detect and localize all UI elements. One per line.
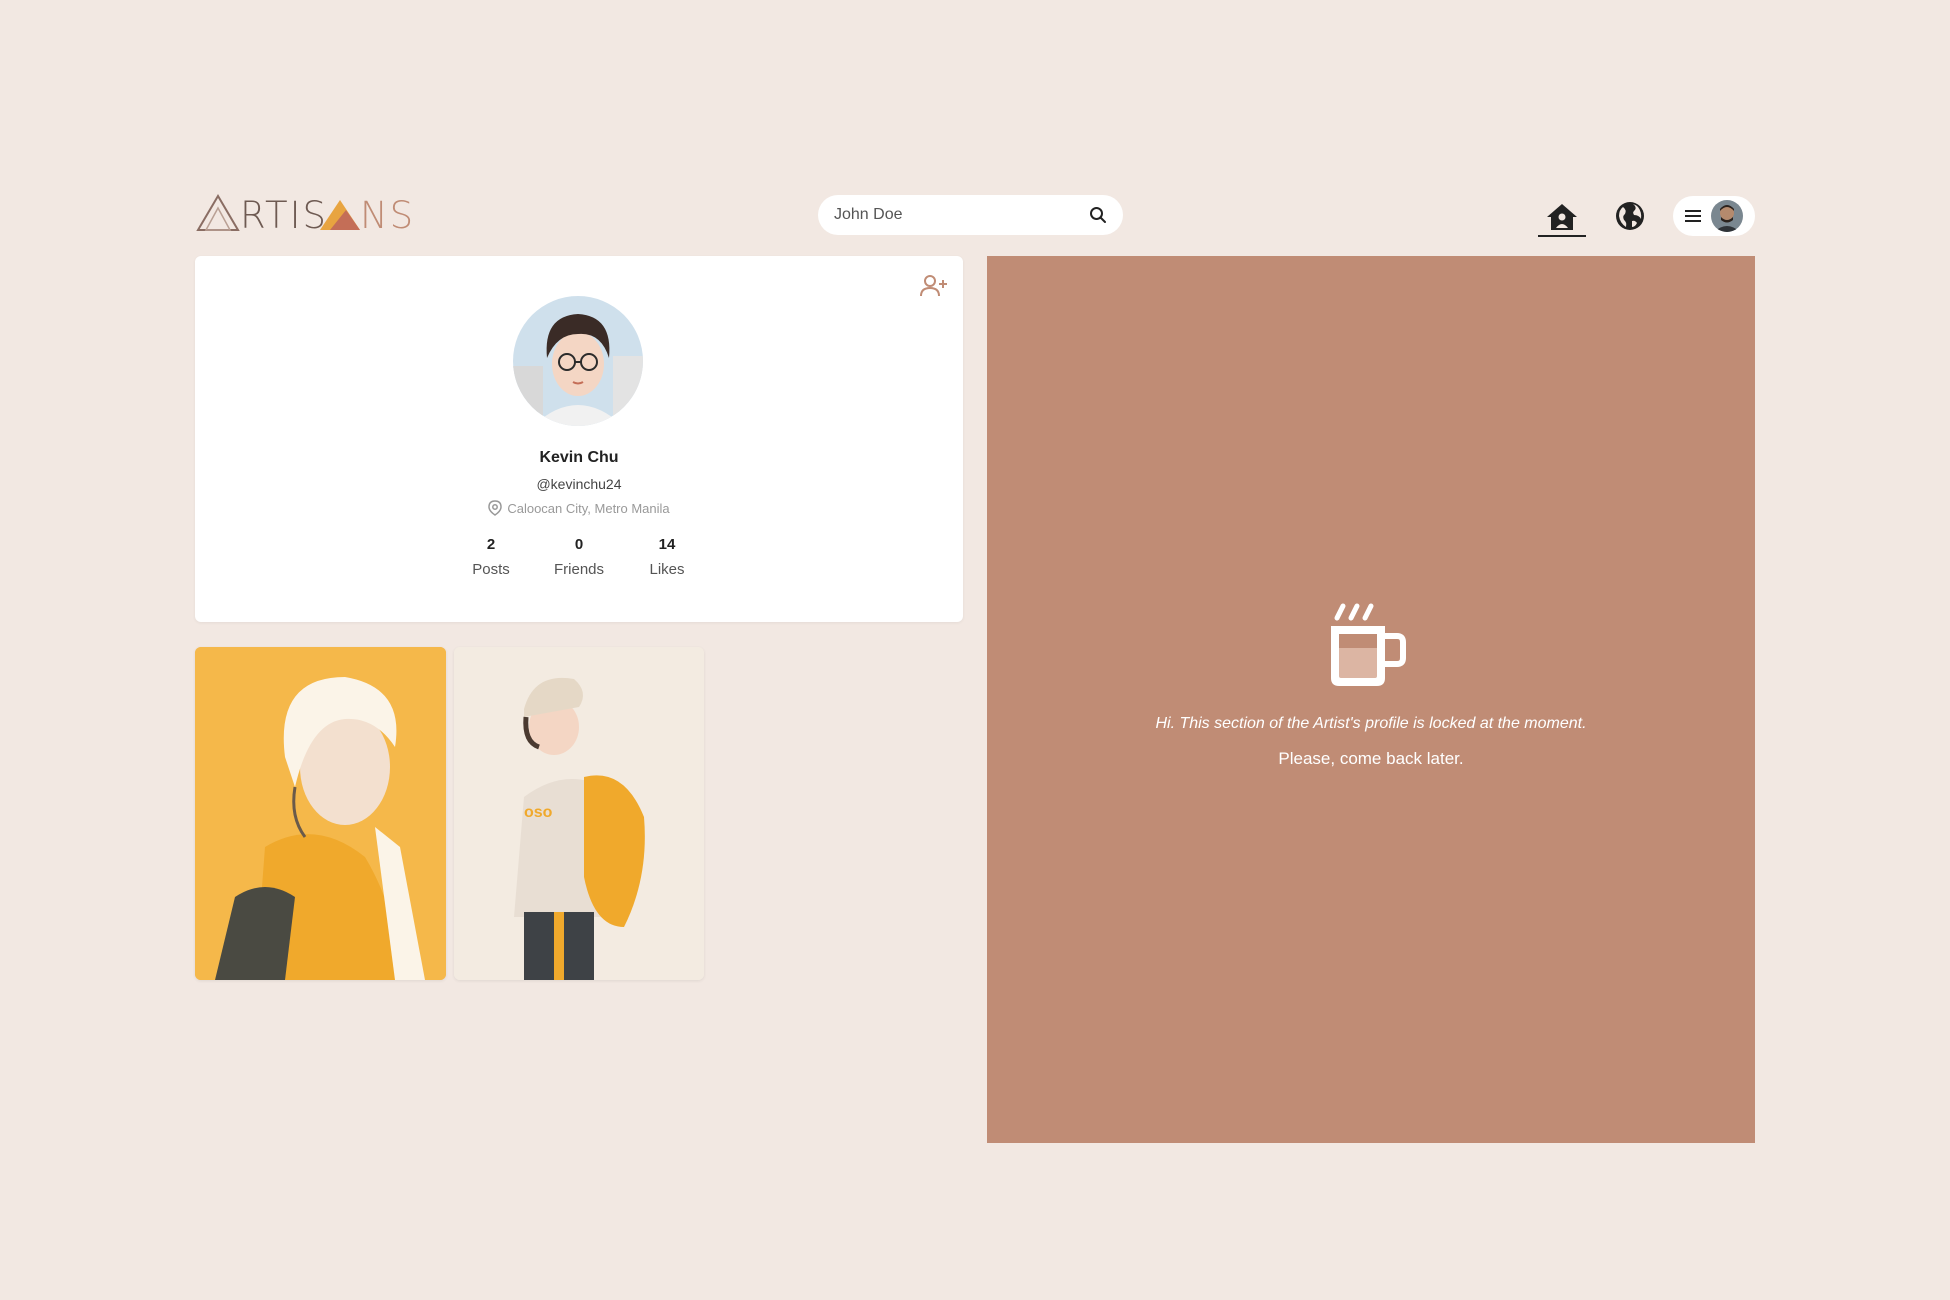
- logo-mark: RTIS NS: [196, 194, 415, 234]
- hamburger-icon: [1685, 210, 1701, 222]
- stat-value: 14: [658, 536, 676, 553]
- home-icon: [1547, 204, 1577, 230]
- nav-home-button[interactable]: [1538, 196, 1586, 238]
- user-avatar: [1711, 200, 1743, 232]
- user-menu-button[interactable]: [1673, 196, 1755, 236]
- stat-value: 2: [486, 536, 496, 553]
- stat-label: Friends: [553, 561, 605, 578]
- search-icon[interactable]: [1087, 204, 1109, 226]
- profile-handle: @kevinchu24: [536, 476, 622, 492]
- locked-section-panel: Hi. This section of the Artist's profile…: [987, 256, 1755, 1143]
- stat-likes[interactable]: 14 Likes: [623, 536, 711, 578]
- profile-stats: 2 Posts 0 Friends 14 Likes: [195, 536, 963, 578]
- artwork-image: [195, 647, 446, 980]
- add-user-icon: [920, 275, 947, 297]
- stat-posts[interactable]: 2 Posts: [447, 536, 535, 578]
- location-text: Caloocan City, Metro Manila: [507, 500, 670, 516]
- svg-text:RTIS: RTIS: [240, 194, 328, 234]
- search-bar[interactable]: [818, 195, 1123, 235]
- stat-label: Posts: [472, 561, 510, 578]
- location-pin-icon: [488, 500, 503, 516]
- locked-sub-message: Please, come back later.: [1278, 749, 1464, 768]
- search-input[interactable]: [834, 206, 1087, 224]
- artisans-logo[interactable]: RTIS NS: [196, 192, 420, 234]
- active-nav-indicator: [1538, 235, 1586, 237]
- coffee-mug-icon: [1327, 602, 1407, 690]
- post-thumbnail[interactable]: [195, 647, 446, 980]
- post-thumbnail[interactable]: oso: [454, 647, 704, 980]
- add-friend-button[interactable]: [919, 272, 949, 300]
- profile-avatar: [513, 296, 643, 426]
- profile-name: Kevin Chu: [539, 449, 619, 466]
- artwork-image: oso: [454, 647, 704, 980]
- nav-explore-button[interactable]: [1614, 200, 1646, 232]
- stat-label: Likes: [649, 561, 685, 578]
- locked-message: Hi. This section of the Artist's profile…: [1155, 715, 1587, 732]
- stat-friends[interactable]: 0 Friends: [535, 536, 623, 578]
- profile-location: Caloocan City, Metro Manila: [195, 500, 963, 516]
- globe-icon: [1616, 202, 1644, 230]
- profile-card: Kevin Chu @kevinchu24 Caloocan City, Met…: [195, 256, 963, 622]
- svg-text:oso: oso: [524, 804, 553, 821]
- stat-value: 0: [574, 536, 584, 553]
- svg-text:NS: NS: [360, 194, 415, 234]
